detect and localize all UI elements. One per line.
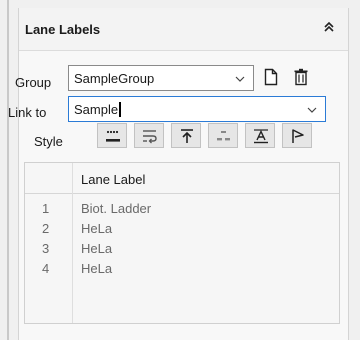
style-wrap-button[interactable] [134,123,164,148]
table-row[interactable]: 4 HeLa [25,258,339,278]
style-flag-icon [292,129,304,143]
row-lane-label[interactable]: HeLa [81,241,112,256]
panel-header: Lane Labels [19,8,348,51]
row-number: 4 [42,261,50,276]
panel-title: Lane Labels [25,22,101,37]
table-row[interactable]: 1 Biot. Ladder [25,198,339,218]
column-header-lane-label[interactable]: Lane Label [81,172,145,187]
style-dots-underline-icon [106,130,120,142]
style-align-top-button[interactable] [171,123,201,148]
style-dashed-icon [217,131,230,141]
style-text-underline-button[interactable] [245,123,275,148]
group-label: Group [15,75,52,90]
row-number: 2 [42,221,50,236]
link-to-input[interactable]: Sample [74,102,122,117]
row-lane-label[interactable]: Biot. Ladder [81,201,151,216]
group-select[interactable]: SampleGroup [68,65,254,91]
style-flag-button[interactable] [282,123,312,148]
style-text-underline-icon [254,129,268,144]
trash-icon[interactable] [293,68,309,86]
new-document-icon[interactable] [263,68,279,86]
left-divider[interactable] [7,0,9,340]
group-select-value: SampleGroup [74,71,155,86]
row-number: 3 [42,241,50,256]
style-align-top-icon [181,129,193,143]
link-to-combobox[interactable]: Sample [68,96,326,122]
style-label: Style [34,134,63,149]
style-wrap-icon [143,130,157,144]
link-to-label: Link to [8,105,47,120]
style-dots-underline-button[interactable] [97,123,127,148]
table-row[interactable]: 2 HeLa [25,218,339,238]
chevron-down-icon [235,76,245,82]
lane-label-table: Lane Label 1 Biot. Ladder 2 HeLa 3 HeLa … [24,162,340,324]
table-row[interactable]: 3 HeLa [25,238,339,258]
row-lane-label[interactable]: HeLa [81,261,112,276]
row-number: 1 [42,201,50,216]
double-chevron-up-icon[interactable] [322,20,336,34]
row-lane-label[interactable]: HeLa [81,221,112,236]
chevron-down-icon[interactable] [307,107,317,113]
text-caret [119,102,122,117]
style-dashed-button[interactable] [208,123,238,148]
